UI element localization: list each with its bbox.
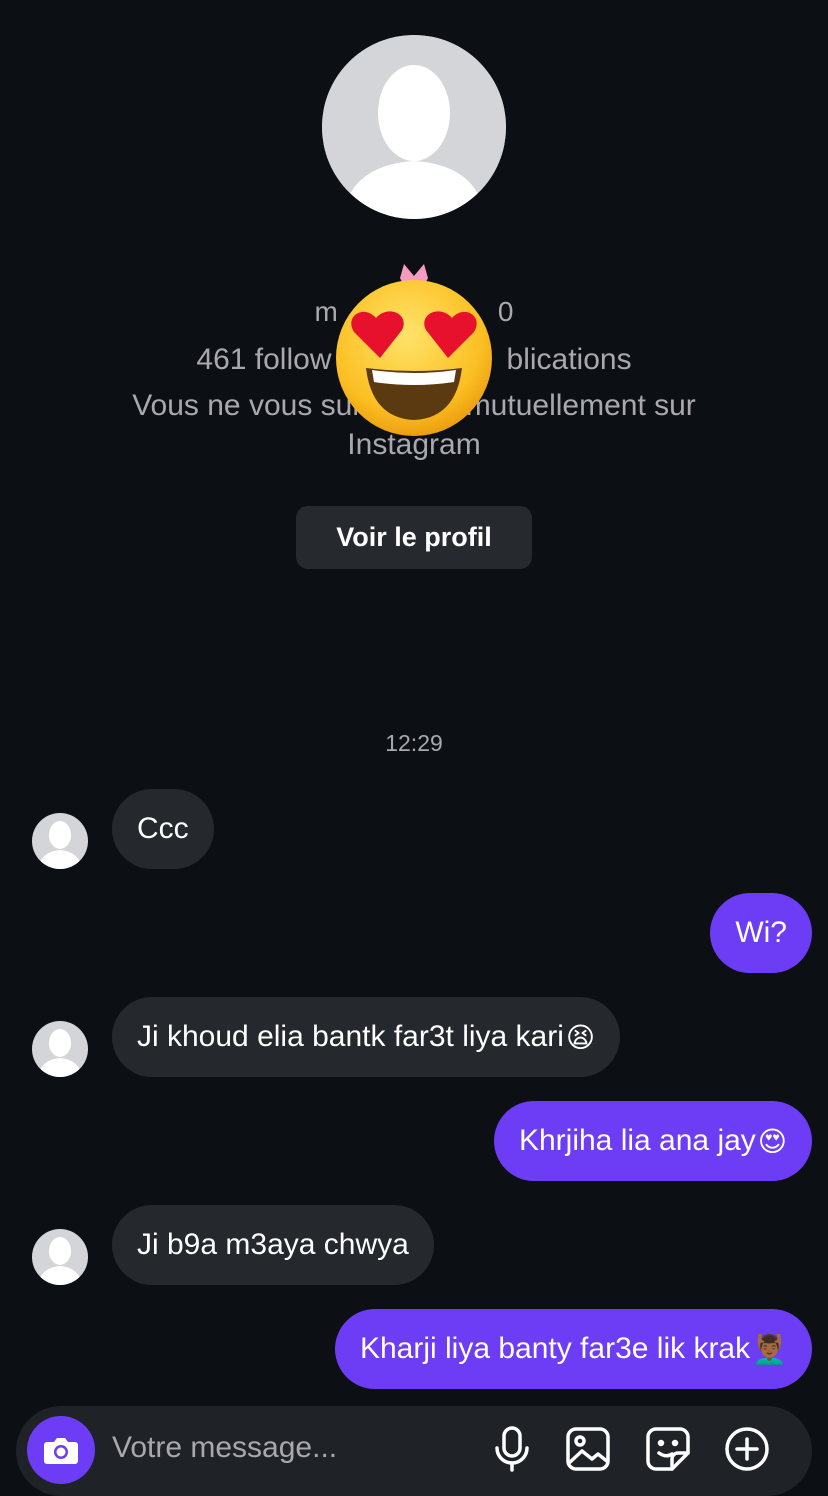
message-bubble-incoming[interactable]: Ccc <box>112 789 214 869</box>
heart-eyes-emoji: 😍 <box>757 1125 787 1157</box>
default-person-icon <box>322 35 506 219</box>
message-bubble-outgoing[interactable]: Wi? <box>710 893 812 973</box>
view-profile-button[interactable]: Voir le profil <box>296 506 532 569</box>
message-input[interactable] <box>112 1428 472 1468</box>
tired-face-emoji: 😫 <box>565 1021 596 1053</box>
gallery-button[interactable] <box>565 1426 611 1472</box>
default-person-icon <box>38 1237 82 1285</box>
massage-emoji: 💆🏾‍♂️ <box>752 1333 787 1365</box>
sender-avatar[interactable] <box>32 1021 88 1077</box>
image-icon <box>566 1427 610 1471</box>
message-bubble-outgoing[interactable]: Kharji liya banty far3e lik krak 💆🏾‍♂️ <box>334 1309 812 1389</box>
camera-button[interactable] <box>27 1416 95 1484</box>
sticker-button[interactable] <box>645 1426 691 1472</box>
camera-icon <box>44 1438 78 1464</box>
microphone-icon <box>495 1426 529 1472</box>
sticker-icon <box>646 1427 690 1471</box>
default-person-icon <box>38 1029 82 1077</box>
default-person-icon <box>38 821 82 869</box>
profile-avatar[interactable] <box>322 35 506 219</box>
message-bubble-incoming[interactable]: Ji khoud elia bantk far3t liya kari 😫 <box>112 997 621 1077</box>
message-bubble-incoming[interactable]: Ji b9a m3aya chwya <box>112 1205 434 1285</box>
more-options-button[interactable] <box>724 1426 770 1472</box>
message-bubble-outgoing[interactable]: Khrjiha lia ana jay 😍 <box>493 1101 812 1181</box>
plus-icon <box>725 1427 769 1471</box>
privacy-cover-emoji <box>326 260 502 436</box>
sender-avatar[interactable] <box>32 813 88 869</box>
thread-timestamp: 12:29 <box>385 730 443 756</box>
sender-avatar[interactable] <box>32 1229 88 1285</box>
microphone-button[interactable] <box>489 1426 535 1472</box>
